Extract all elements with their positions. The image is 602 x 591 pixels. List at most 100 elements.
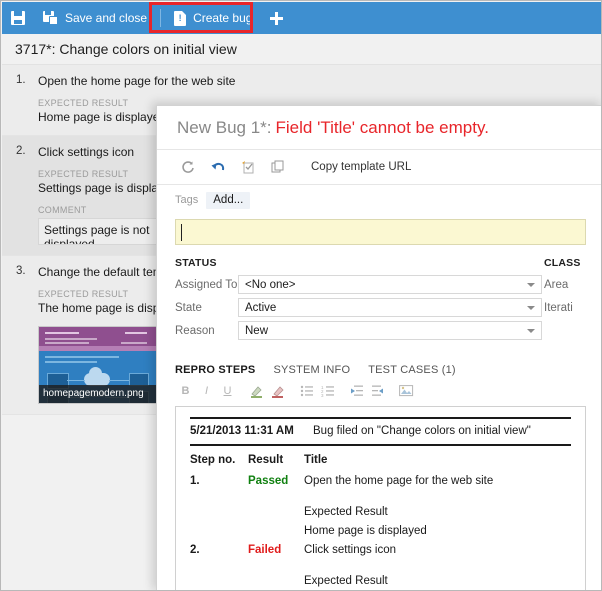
repro-timestamp: 5/21/2013 11:31 AM [190,425,294,437]
chevron-down-icon [527,283,535,287]
new-bug-dialog: New Bug 1*: Field 'Title' cannot be empt… [156,105,601,590]
dialog-error-message: Field 'Title' cannot be empty. [275,117,489,137]
add-button[interactable] [261,2,292,34]
toolbar-divider [160,9,162,27]
bug-title-input[interactable] [175,219,586,245]
save-and-close-label: Save and close [65,11,148,25]
table-row: 1. Passed Open the home page for the web… [190,473,571,492]
create-bug-label: Create bug [193,11,253,25]
attachment-thumbnail[interactable]: homepagemodern.png [38,326,158,404]
dialog-header: New Bug 1*: Field 'Title' cannot be empt… [157,106,601,150]
underline-icon[interactable]: U [217,382,238,400]
tags-row: Tags Add... [157,185,601,215]
toolbar-spacer [238,382,246,400]
assigned-to-label: Assigned To [175,278,238,291]
add-tag-button[interactable]: Add... [206,191,251,209]
create-bug-button[interactable]: Create bug [165,2,261,34]
reason-label: Reason [175,324,215,337]
repro-steps-editor[interactable]: 5/21/2013 11:31 AM Bug filed on "Change … [175,406,586,590]
iteration-row: Iterati [544,298,601,317]
row-result: Passed [248,475,289,487]
table-row-spacer [190,492,571,504]
dialog-toolbar: Copy template URL [157,150,601,185]
refresh-icon[interactable] [173,156,203,178]
repro-steps-table: Step no. Result Title 1. Passed Open the… [190,454,571,590]
state-value: Active [245,301,277,314]
thumbnail-line [125,332,147,334]
indent-icon[interactable] [367,382,388,400]
table-row-expected: Expected Result [190,504,571,523]
save-button[interactable] [2,2,34,34]
step-number: 3. [16,265,26,277]
toolbar-spacer [338,382,346,400]
clear-format-icon[interactable] [267,382,288,400]
undo-icon[interactable] [203,156,233,178]
assigned-to-row: Assigned To <No one> [175,275,542,294]
dialog-title: New Bug 1*: [177,117,272,137]
outdent-icon[interactable] [346,382,367,400]
text-caret [181,224,182,241]
field-columns: STATUS Assigned To <No one> State Active [175,257,601,344]
thumbnail-line [45,332,79,334]
iteration-label: Iterati [544,301,573,314]
formatting-toolbar: B I U 123 [175,380,601,402]
row-expected-value: Home page is displayed [304,525,427,537]
numbered-list-icon[interactable]: 123 [317,382,338,400]
status-section: STATUS Assigned To <No one> State Active [175,257,542,344]
row-result: Failed [248,544,282,556]
copy-template-url-link[interactable]: Copy template URL [311,161,411,173]
editor-second-rule [190,444,571,446]
save-icon [11,11,25,25]
save-and-close-button[interactable]: Save and close [34,2,156,34]
reason-row: Reason New [175,321,542,340]
state-label: State [175,301,202,314]
page-title: 3717*: Change colors on initial view [2,34,601,64]
state-row: State Active [175,298,542,317]
attachment-filename: homepagemodern.png [39,385,157,403]
assigned-to-value: <No one> [245,278,296,291]
repro-header-line: 5/21/2013 11:31 AM Bug filed on "Change … [190,419,571,444]
tab-system-info[interactable]: SYSTEM INFO [273,364,350,376]
row-expected-label: Expected Result [304,575,388,587]
image-icon[interactable] [396,382,417,400]
column-result: Result [248,454,284,466]
repro-filed-on: Bug filed on "Change colors on initial v… [313,425,531,437]
classification-section-header: CLASS [544,257,581,269]
plus-icon [270,11,284,25]
thumbnail-line [121,342,147,344]
state-select[interactable]: Active [238,298,542,317]
revert-icon[interactable] [233,156,263,178]
row-step-no: 2. [190,544,200,556]
table-row-spacer [190,561,571,573]
copy-icon[interactable] [263,156,293,178]
row-title: Click settings icon [304,544,397,556]
step-number: 1. [16,74,26,86]
column-title: Title [304,454,328,466]
tab-test-cases[interactable]: TEST CASES (1) [368,364,456,376]
toolbar-spacer [288,382,296,400]
highlight-icon[interactable] [246,382,267,400]
chevron-down-icon [527,329,535,333]
bug-document-icon [174,10,187,26]
row-title: Open the home page for the web site [304,475,494,487]
bullet-list-icon[interactable] [296,382,317,400]
table-row-expected: Expected Result [190,573,571,590]
column-step-no: Step no. [190,454,236,466]
area-row: Area [544,275,601,294]
step-title: Open the home page for the web site [38,74,236,88]
table-header-row: Step no. Result Title [190,454,571,473]
step-number: 2. [16,145,26,157]
save-and-close-icon [43,11,58,25]
tab-repro-steps[interactable]: REPRO STEPS [175,364,255,376]
area-label: Area [544,278,569,291]
toolbar-spacer [388,382,396,400]
table-row: 2. Failed Click settings icon [190,542,571,561]
assigned-to-select[interactable]: <No one> [238,275,542,294]
tags-label: Tags [175,194,199,206]
italic-icon[interactable]: I [196,382,217,400]
application-window: Save and close Create bug 3717*: Change … [0,0,602,591]
bold-icon[interactable]: B [175,382,196,400]
reason-select[interactable]: New [238,321,542,340]
row-step-no: 1. [190,475,200,487]
chevron-down-icon [527,306,535,310]
